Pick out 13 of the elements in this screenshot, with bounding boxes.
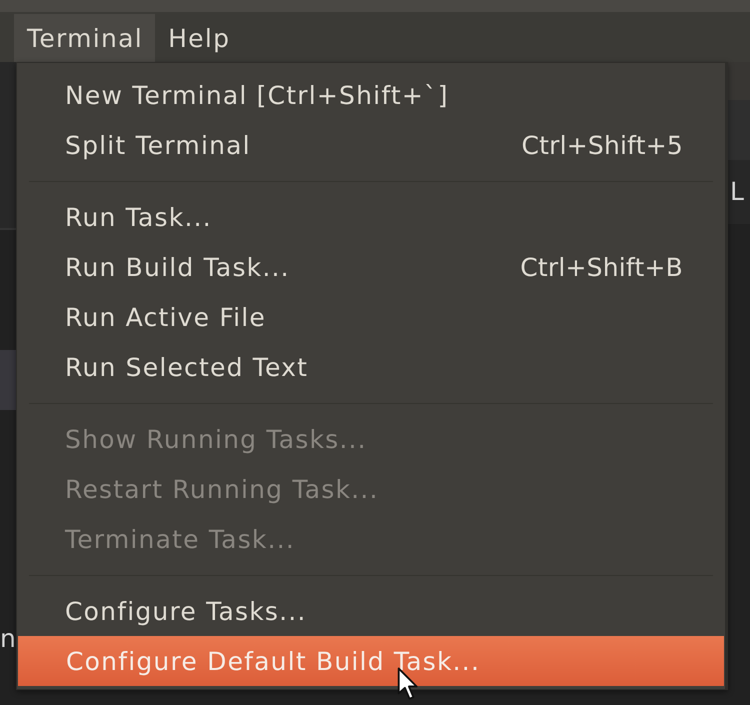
- menu-item[interactable]: Run Selected Text: [17, 342, 725, 392]
- menu-item[interactable]: Run Active File: [17, 292, 725, 342]
- menu-item[interactable]: New Terminal [Ctrl+Shift+`]: [17, 70, 725, 120]
- keyboard-shortcut: Ctrl+Shift+B: [520, 252, 683, 282]
- menu-bar-item[interactable]: Help: [155, 14, 242, 62]
- keyboard-shortcut: Ctrl+Shift+5: [521, 130, 683, 160]
- menu-item[interactable]: Run Build Task... Ctrl+Shift+B: [17, 242, 725, 292]
- editor-text-fragment: L: [730, 177, 744, 207]
- menu-item[interactable]: Split Terminal Ctrl+Shift+5: [17, 120, 725, 170]
- menu-item[interactable]: Run Task...: [17, 192, 725, 242]
- editor-text-fragment: n: [0, 624, 16, 653]
- menu-item[interactable]: Configure Tasks...: [17, 586, 725, 636]
- menu-bar-item[interactable]: Terminal: [14, 14, 156, 62]
